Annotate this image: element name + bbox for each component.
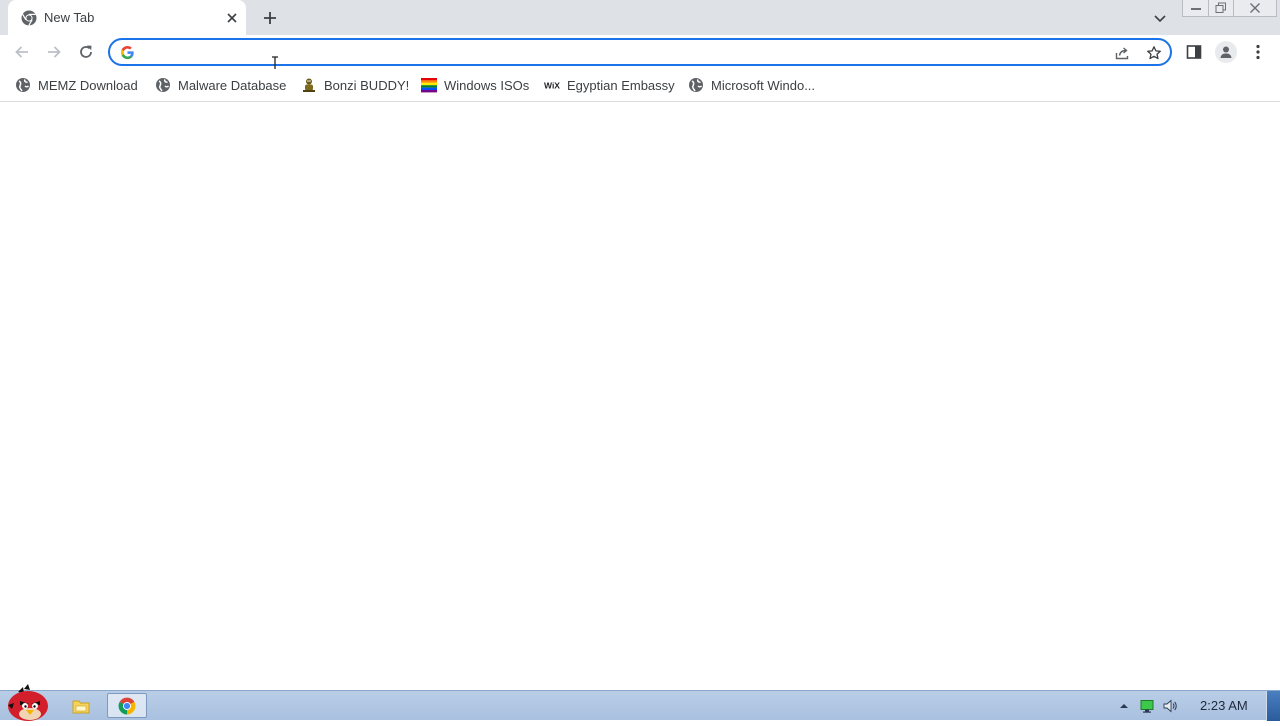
tab-strip: New Tab (0, 0, 1280, 35)
profile-avatar[interactable] (1215, 41, 1237, 63)
volume-icon[interactable] (1162, 698, 1178, 714)
minimize-button[interactable] (1182, 0, 1209, 17)
window-controls (1182, 0, 1278, 18)
tab-title: New Tab (44, 10, 95, 25)
google-g-icon (120, 45, 135, 60)
bookmark-label: Microsoft Windo... (711, 78, 816, 93)
explorer-icon (72, 700, 90, 713)
angry-bird-icon (8, 684, 48, 721)
bookmark-label: Bonzi BUDDY! (324, 78, 410, 93)
taskbar-chrome[interactable] (107, 693, 147, 718)
share-icon[interactable] (1114, 45, 1130, 61)
forward-arrow-icon[interactable] (45, 43, 63, 61)
tray-expand-chevron-icon[interactable] (1116, 698, 1132, 714)
menu-kebab-icon[interactable] (1249, 43, 1267, 61)
page-content (0, 102, 1280, 689)
back-arrow-icon[interactable] (13, 43, 31, 61)
globe-icon (155, 77, 171, 93)
bonzi-icon (301, 77, 317, 93)
reload-icon[interactable] (77, 43, 95, 61)
show-desktop-button[interactable] (1266, 691, 1280, 721)
taskbar-clock[interactable]: 2:23 AM (1200, 698, 1248, 713)
side-panel-icon[interactable] (1185, 43, 1203, 61)
bookmark-label: Malware Database (178, 78, 287, 93)
person-icon (1220, 46, 1232, 58)
bookmark-star-icon[interactable] (1146, 45, 1162, 61)
tab-new-tab[interactable]: New Tab (8, 0, 246, 35)
taskbar: 2:23 AM (0, 684, 1280, 721)
network-icon[interactable] (1139, 698, 1155, 714)
close-window-icon (1250, 3, 1260, 13)
chrome-icon (118, 697, 136, 714)
restore-icon (1215, 2, 1226, 13)
taskbar-explorer[interactable] (61, 693, 101, 718)
start-button[interactable] (4, 683, 52, 721)
rainbow-flag-icon (421, 77, 437, 93)
chrome-icon (21, 10, 37, 26)
bookmark-label: MEMZ Download (38, 78, 138, 93)
bookmarks-bar: MEMZ Download Malware Database Bonzi BUD… (0, 69, 1280, 102)
omnibox-input[interactable] (144, 42, 1108, 64)
svg-text:WiX: WiX (544, 81, 560, 91)
tab-search-chevron-icon[interactable] (1152, 10, 1168, 26)
globe-icon (688, 77, 704, 93)
new-tab-plus-icon[interactable] (261, 9, 279, 27)
close-tab-icon[interactable] (224, 10, 240, 26)
minimize-icon (1190, 8, 1201, 10)
bookmark-label: Windows ISOs (444, 78, 530, 93)
bookmark-label: Egyptian Embassy (567, 78, 675, 93)
restore-button[interactable] (1208, 0, 1234, 17)
wix-icon: WiX (544, 77, 560, 93)
globe-icon (15, 77, 31, 93)
close-window-button[interactable] (1233, 0, 1277, 17)
address-bar[interactable] (108, 38, 1172, 66)
toolbar (0, 35, 1280, 69)
